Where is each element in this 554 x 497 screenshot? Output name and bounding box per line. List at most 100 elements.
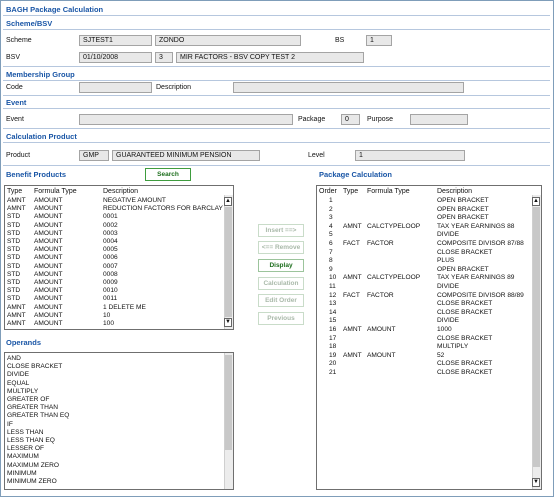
table-row[interactable]: STD AMOUNT 0001 bbox=[5, 213, 233, 221]
cell-order: 9 bbox=[329, 265, 333, 273]
table-row[interactable]: 15 DIVIDE bbox=[317, 317, 541, 325]
table-row[interactable]: STD AMOUNT 0004 bbox=[5, 238, 233, 246]
bsv-number-field[interactable]: 3 bbox=[155, 52, 173, 63]
table-row[interactable]: 12 FACT FACTOR COMPOSITE DIVISOR 88/89 bbox=[317, 292, 541, 300]
table-row[interactable]: 13 CLOSE BRACKET bbox=[317, 300, 541, 308]
table-row[interactable]: 10 AMNT CALCTYPELOOP TAX YEAR EARNINGS 89 bbox=[317, 274, 541, 282]
calculation-button[interactable]: Calculation bbox=[258, 277, 304, 290]
divider bbox=[3, 165, 550, 166]
list-item[interactable]: LESS THAN EQ bbox=[5, 437, 233, 445]
purpose-field[interactable] bbox=[410, 114, 468, 125]
list-item[interactable]: LESS THAN bbox=[5, 429, 233, 437]
list-item[interactable]: LESSER OF bbox=[5, 445, 233, 453]
table-row[interactable]: STD AMOUNT 0006 bbox=[5, 254, 233, 262]
package-field[interactable]: 0 bbox=[341, 114, 360, 125]
table-row[interactable]: 20 CLOSE BRACKET bbox=[317, 360, 541, 368]
list-item[interactable]: AND bbox=[5, 355, 233, 363]
table-row[interactable]: 11 DIVIDE bbox=[317, 283, 541, 291]
list-item[interactable]: CLOSE BRACKET bbox=[5, 363, 233, 371]
table-row[interactable]: AMNT AMOUNT 1 DELETE ME bbox=[5, 304, 233, 312]
list-item[interactable]: MINIMUM bbox=[5, 470, 233, 478]
cell-description: CLOSE BRACKET bbox=[437, 360, 493, 368]
previous-button[interactable]: Previous bbox=[258, 312, 304, 325]
table-row[interactable]: STD AMOUNT 0010 bbox=[5, 287, 233, 295]
list-item[interactable]: EQUAL bbox=[5, 380, 233, 388]
benefit-products-list[interactable]: Type Formula Type Description ▲ ▼ AMNT AM… bbox=[4, 185, 234, 330]
bsv-date-field[interactable]: 01/10/2008 bbox=[79, 52, 152, 63]
code-field[interactable] bbox=[79, 82, 152, 93]
table-row[interactable]: 3 OPEN BRACKET bbox=[317, 214, 541, 222]
scheme-name-field[interactable]: ZONDO bbox=[155, 35, 301, 46]
list-item[interactable]: MINIMUM ZERO bbox=[5, 478, 233, 486]
list-item[interactable]: GREATER OF bbox=[5, 396, 233, 404]
level-field[interactable]: 1 bbox=[355, 150, 465, 161]
list-item[interactable]: MAXIMUM bbox=[5, 453, 233, 461]
table-row[interactable]: 7 CLOSE BRACKET bbox=[317, 249, 541, 257]
cell-type: STD bbox=[7, 246, 21, 254]
table-row[interactable]: STD AMOUNT 0003 bbox=[5, 230, 233, 238]
search-button[interactable]: Search bbox=[145, 168, 191, 181]
table-row[interactable]: 16 AMNT AMOUNT 1000 bbox=[317, 326, 541, 334]
cell-type: AMNT bbox=[343, 326, 362, 333]
table-row[interactable]: AMNT AMOUNT 100 bbox=[5, 320, 233, 328]
cell-formula-type: AMOUNT bbox=[34, 238, 63, 245]
event-field[interactable] bbox=[79, 114, 293, 125]
cell-description: 0010 bbox=[103, 287, 118, 295]
table-row[interactable]: 17 CLOSE BRACKET bbox=[317, 335, 541, 343]
product-name-field[interactable]: GUARANTEED MINIMUM PENSION bbox=[112, 150, 260, 161]
table-row[interactable]: 9 OPEN BRACKET bbox=[317, 266, 541, 274]
scroll-down-arrow-icon[interactable]: ▼ bbox=[532, 478, 540, 487]
scheme-code-field[interactable]: SJTEST1 bbox=[79, 35, 152, 46]
table-row[interactable]: AMNT AMOUNT 10 bbox=[5, 312, 233, 320]
table-row[interactable]: 2 OPEN BRACKET bbox=[317, 206, 541, 214]
remove-button[interactable]: <== Remove bbox=[258, 241, 304, 254]
table-row[interactable]: AMNT AMOUNT REDUCTION FACTORS FOR BARCLAY bbox=[5, 205, 233, 213]
table-row[interactable]: 18 MULTIPLY bbox=[317, 343, 541, 351]
edit-order-button[interactable]: Edit Order bbox=[258, 294, 304, 307]
cell-type: AMNT bbox=[7, 205, 26, 213]
operands-list[interactable]: AND CLOSE BRACKET DIVIDE EQUAL MULTIPLY GREAT… bbox=[4, 352, 234, 490]
cell-order: 1 bbox=[329, 197, 333, 204]
table-row[interactable]: STD AMOUNT 0011 bbox=[5, 295, 233, 303]
cell-description: DIVIDE bbox=[437, 283, 459, 290]
cell-formula-type: FACTOR bbox=[367, 240, 394, 247]
operand-label: GREATER THAN EQ bbox=[7, 412, 70, 420]
table-row[interactable]: STD AMOUNT 0005 bbox=[5, 246, 233, 254]
cell-order: 17 bbox=[329, 334, 337, 342]
cell-description: COMPOSITE DIVISOR 87/88 bbox=[437, 240, 524, 247]
insert-button[interactable]: Insert ==> bbox=[258, 224, 304, 237]
event-label: Event bbox=[6, 116, 24, 123]
cell-description: 1000 bbox=[437, 326, 452, 333]
bs-label: BS bbox=[335, 37, 345, 44]
table-row[interactable]: 14 CLOSE BRACKET bbox=[317, 309, 541, 317]
table-row[interactable]: STD AMOUNT 0008 bbox=[5, 271, 233, 279]
cell-order: 10 bbox=[329, 274, 337, 282]
cell-formula-type: CALCTYPELOOP bbox=[367, 274, 421, 282]
list-item[interactable]: IF bbox=[5, 421, 233, 429]
list-item[interactable]: GREATER THAN bbox=[5, 404, 233, 412]
table-row[interactable]: STD AMOUNT 0007 bbox=[5, 263, 233, 271]
package-calculation-list[interactable]: Order Type Formula Type Description ▲ ▼ … bbox=[316, 185, 542, 490]
display-button[interactable]: Display bbox=[258, 259, 304, 272]
list-item[interactable]: MULTIPLY bbox=[5, 388, 233, 396]
table-row[interactable]: STD AMOUNT 0002 bbox=[5, 222, 233, 230]
bs-field[interactable]: 1 bbox=[366, 35, 392, 46]
table-row[interactable]: 19 AMNT AMOUNT 52 bbox=[317, 352, 541, 360]
table-row[interactable]: 5 DIVIDE bbox=[317, 231, 541, 239]
cell-formula-type: FACTOR bbox=[367, 291, 394, 299]
bsv-description-field[interactable]: MIR FACTORS - BSV COPY TEST 2 bbox=[176, 52, 364, 63]
list-item[interactable]: GREATER THAN EQ bbox=[5, 412, 233, 420]
cell-type: STD bbox=[7, 287, 21, 295]
divider bbox=[3, 108, 550, 109]
description-field[interactable] bbox=[233, 82, 464, 93]
table-row[interactable]: 8 PLUS bbox=[317, 257, 541, 265]
list-item[interactable]: MAXIMUM ZERO bbox=[5, 462, 233, 470]
table-row[interactable]: 6 FACT FACTOR COMPOSITE DIVISOR 87/88 bbox=[317, 240, 541, 248]
table-row[interactable]: AMNT AMOUNT NEGATIVE AMOUNT bbox=[5, 197, 233, 205]
table-row[interactable]: 1 OPEN BRACKET bbox=[317, 197, 541, 205]
table-row[interactable]: 4 AMNT CALCTYPELOOP TAX YEAR EARNINGS 88 bbox=[317, 223, 541, 231]
list-item[interactable]: DIVIDE bbox=[5, 371, 233, 379]
table-row[interactable]: STD AMOUNT 0009 bbox=[5, 279, 233, 287]
product-code-field[interactable]: GMP bbox=[79, 150, 109, 161]
table-row[interactable]: 21 CLOSE BRACKET bbox=[317, 369, 541, 377]
